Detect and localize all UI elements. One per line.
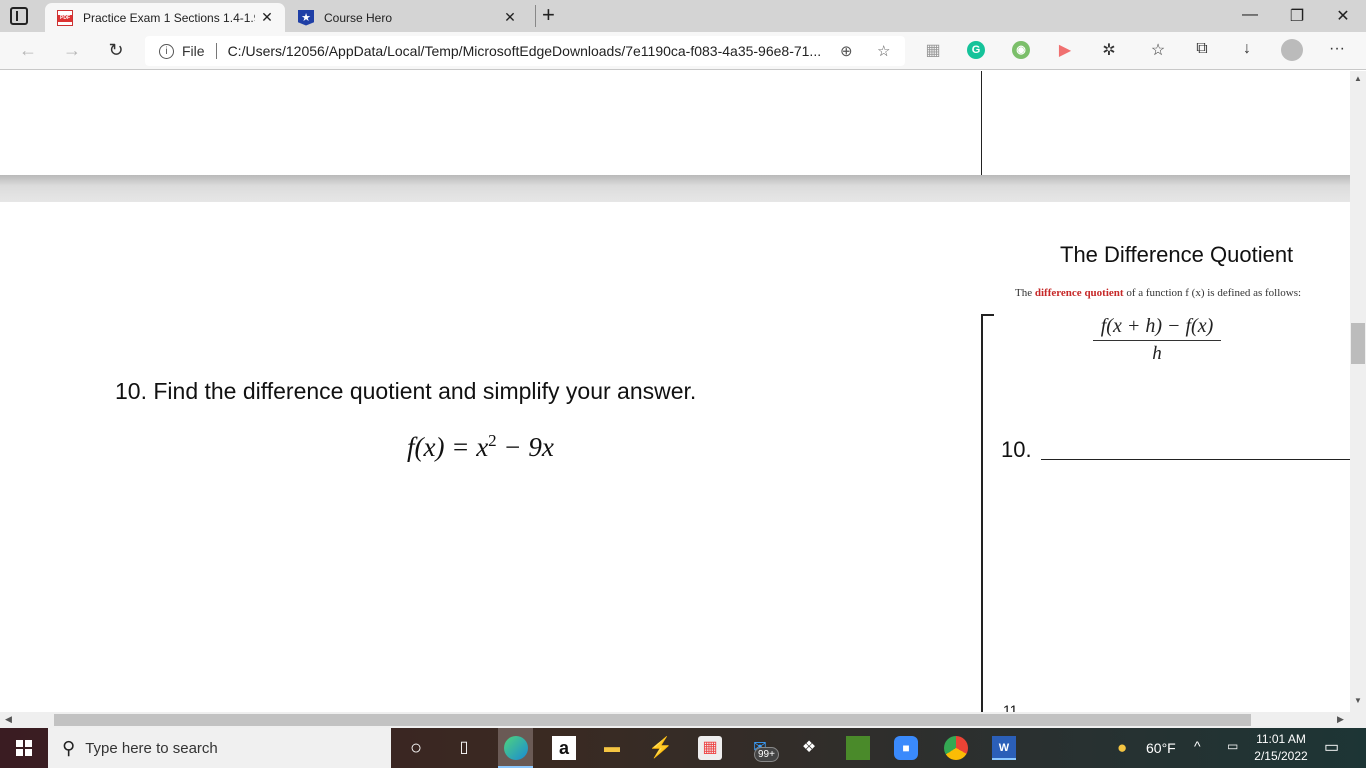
sidebar-title: The Difference Quotient — [1060, 242, 1294, 267]
scroll-up-arrow-icon[interactable]: ▲ — [1354, 74, 1362, 83]
address-bar[interactable]: i File C:/Users/12056/AppData/Local/Temp… — [145, 36, 905, 66]
clock-date: 2/15/2022 — [1254, 749, 1308, 763]
definition-highlight: difference quotient — [1034, 287, 1124, 299]
windows-taskbar: ⚲ Type here to search ○ ▯ a ▬ ⚡ ▦ ✉99+ ❖… — [0, 728, 1366, 768]
close-tab-icon[interactable]: ✕ — [498, 9, 522, 26]
horizontal-scrollbar[interactable]: ◀ ▶ — [0, 712, 1366, 728]
show-hidden-icons-icon[interactable]: ^ — [1194, 738, 1201, 754]
system-clock[interactable]: 11:01 AM 2/15/2022 — [1250, 731, 1312, 765]
pdf-icon — [57, 9, 73, 26]
zoom-icon[interactable]: ⊕ — [840, 42, 853, 60]
tab-title: Practice Exam 1 Sections 1.4-1.9 — [83, 10, 255, 25]
restore-button[interactable]: ❐ — [1287, 6, 1307, 26]
favorites-icon[interactable]: ☆ — [1147, 40, 1169, 60]
extensions-icon[interactable]: ✲ — [1098, 40, 1120, 60]
grammarly-icon[interactable]: G — [967, 41, 985, 59]
notifications-icon[interactable]: ▭ — [1324, 737, 1339, 757]
file-explorer-icon[interactable]: ▬ — [600, 736, 624, 760]
amazon-icon[interactable]: a — [552, 736, 576, 760]
scroll-down-arrow-icon[interactable]: ▼ — [1354, 696, 1362, 705]
extension-icon[interactable]: ▦ — [922, 40, 944, 60]
horizontal-scroll-thumb[interactable] — [54, 714, 1251, 726]
pdf-viewer: The Difference Quotient The difference q… — [0, 71, 1350, 712]
close-window-button[interactable]: ✕ — [1333, 6, 1353, 26]
tab-bar: Practice Exam 1 Sections 1.4-1.9 ✕ ★ Cou… — [0, 0, 1366, 32]
course-hero-icon: ★ — [298, 9, 314, 26]
equation-lhs: f(x) = x — [407, 432, 489, 462]
zoom-app-icon[interactable]: ■ — [894, 736, 918, 760]
tab-actions-icon[interactable] — [10, 7, 28, 25]
chrome-icon[interactable] — [944, 736, 968, 760]
word-icon[interactable]: W — [992, 736, 1016, 760]
app-lightning-icon[interactable]: ⚡ — [648, 736, 673, 760]
tab-practice-exam[interactable]: Practice Exam 1 Sections 1.4-1.9 ✕ — [45, 3, 285, 32]
tab-course-hero[interactable]: ★ Course Hero ✕ — [288, 3, 528, 32]
extension-bug-icon[interactable]: ◉ — [1012, 41, 1030, 59]
url-text[interactable]: C:/Users/12056/AppData/Local/Temp/Micros… — [228, 43, 828, 59]
task-view-icon[interactable]: ▯ — [452, 736, 476, 760]
page-border — [981, 71, 982, 175]
close-tab-icon[interactable]: ✕ — [255, 9, 279, 26]
search-icon: ⚲ — [62, 737, 76, 758]
formula-numerator: f(x + h) − f(x) — [1093, 315, 1221, 341]
difference-quotient-formula: f(x + h) − f(x) h — [1093, 315, 1221, 365]
equation-rhs: − 9x — [496, 432, 554, 462]
downloads-icon[interactable]: ↓ — [1236, 40, 1258, 58]
search-placeholder: Type here to search — [85, 739, 218, 757]
clock-time: 11:01 AM — [1256, 732, 1306, 746]
battery-icon[interactable]: ▭ — [1227, 739, 1238, 753]
collections-icon[interactable]: ⧉ — [1191, 40, 1213, 58]
formula-denominator: h — [1152, 343, 1162, 364]
mail-badge: 99+ — [754, 747, 779, 762]
browser-toolbar: ← → ↻ i File C:/Users/12056/AppData/Loca… — [0, 32, 1366, 70]
windows-start-icon[interactable] — [16, 740, 32, 756]
edge-icon[interactable] — [498, 728, 533, 768]
vertical-scroll-thumb[interactable] — [1351, 323, 1365, 364]
profile-avatar[interactable] — [1281, 39, 1303, 61]
definition-suffix: of a function f (x) is defined as follow… — [1123, 287, 1302, 299]
page-separator — [0, 175, 1350, 202]
definition-prefix: The — [1015, 287, 1035, 299]
more-menu-button[interactable]: ··· — [1326, 40, 1348, 58]
dropbox-icon[interactable]: ❖ — [797, 736, 821, 760]
definition-text: The difference quotient of a function f … — [1015, 287, 1301, 299]
extension-play-icon[interactable]: ▶ — [1054, 40, 1076, 60]
weather-icon[interactable]: ● — [1117, 738, 1127, 758]
scheme-label: File — [182, 43, 205, 59]
answer-label: 10. — [1001, 437, 1032, 462]
vertical-scrollbar[interactable]: ▲ ▼ — [1350, 71, 1366, 712]
refresh-button[interactable]: ↻ — [104, 40, 128, 61]
microsoft-store-icon[interactable]: ▦ — [698, 736, 722, 760]
info-icon[interactable]: i — [159, 43, 174, 59]
cortana-icon[interactable]: ○ — [404, 736, 428, 760]
scroll-right-arrow-icon[interactable]: ▶ — [1337, 714, 1344, 725]
game-icon[interactable] — [846, 736, 870, 760]
divider — [215, 43, 217, 59]
answer-line — [1041, 459, 1350, 460]
minimize-button[interactable]: — — [1240, 6, 1260, 24]
forward-button[interactable]: → — [60, 40, 84, 61]
tab-title: Course Hero — [324, 10, 393, 25]
question-equation: f(x) = x2 − 9x — [407, 431, 554, 463]
question-text: 10. Find the difference quotient and sim… — [115, 378, 697, 404]
mail-icon[interactable]: ✉99+ — [748, 736, 779, 762]
next-answer-label: 11. — [1003, 702, 1022, 712]
taskbar-search-box[interactable]: ⚲ Type here to search — [48, 728, 391, 768]
weather-temp[interactable]: 60°F — [1146, 740, 1176, 756]
add-favorite-icon[interactable]: ☆ — [877, 42, 890, 60]
back-button[interactable]: ← — [16, 40, 40, 61]
answer-box-border — [981, 314, 983, 712]
scroll-left-arrow-icon[interactable]: ◀ — [5, 714, 12, 725]
equation-exponent: 2 — [488, 431, 497, 450]
new-tab-button[interactable]: + — [535, 4, 555, 27]
